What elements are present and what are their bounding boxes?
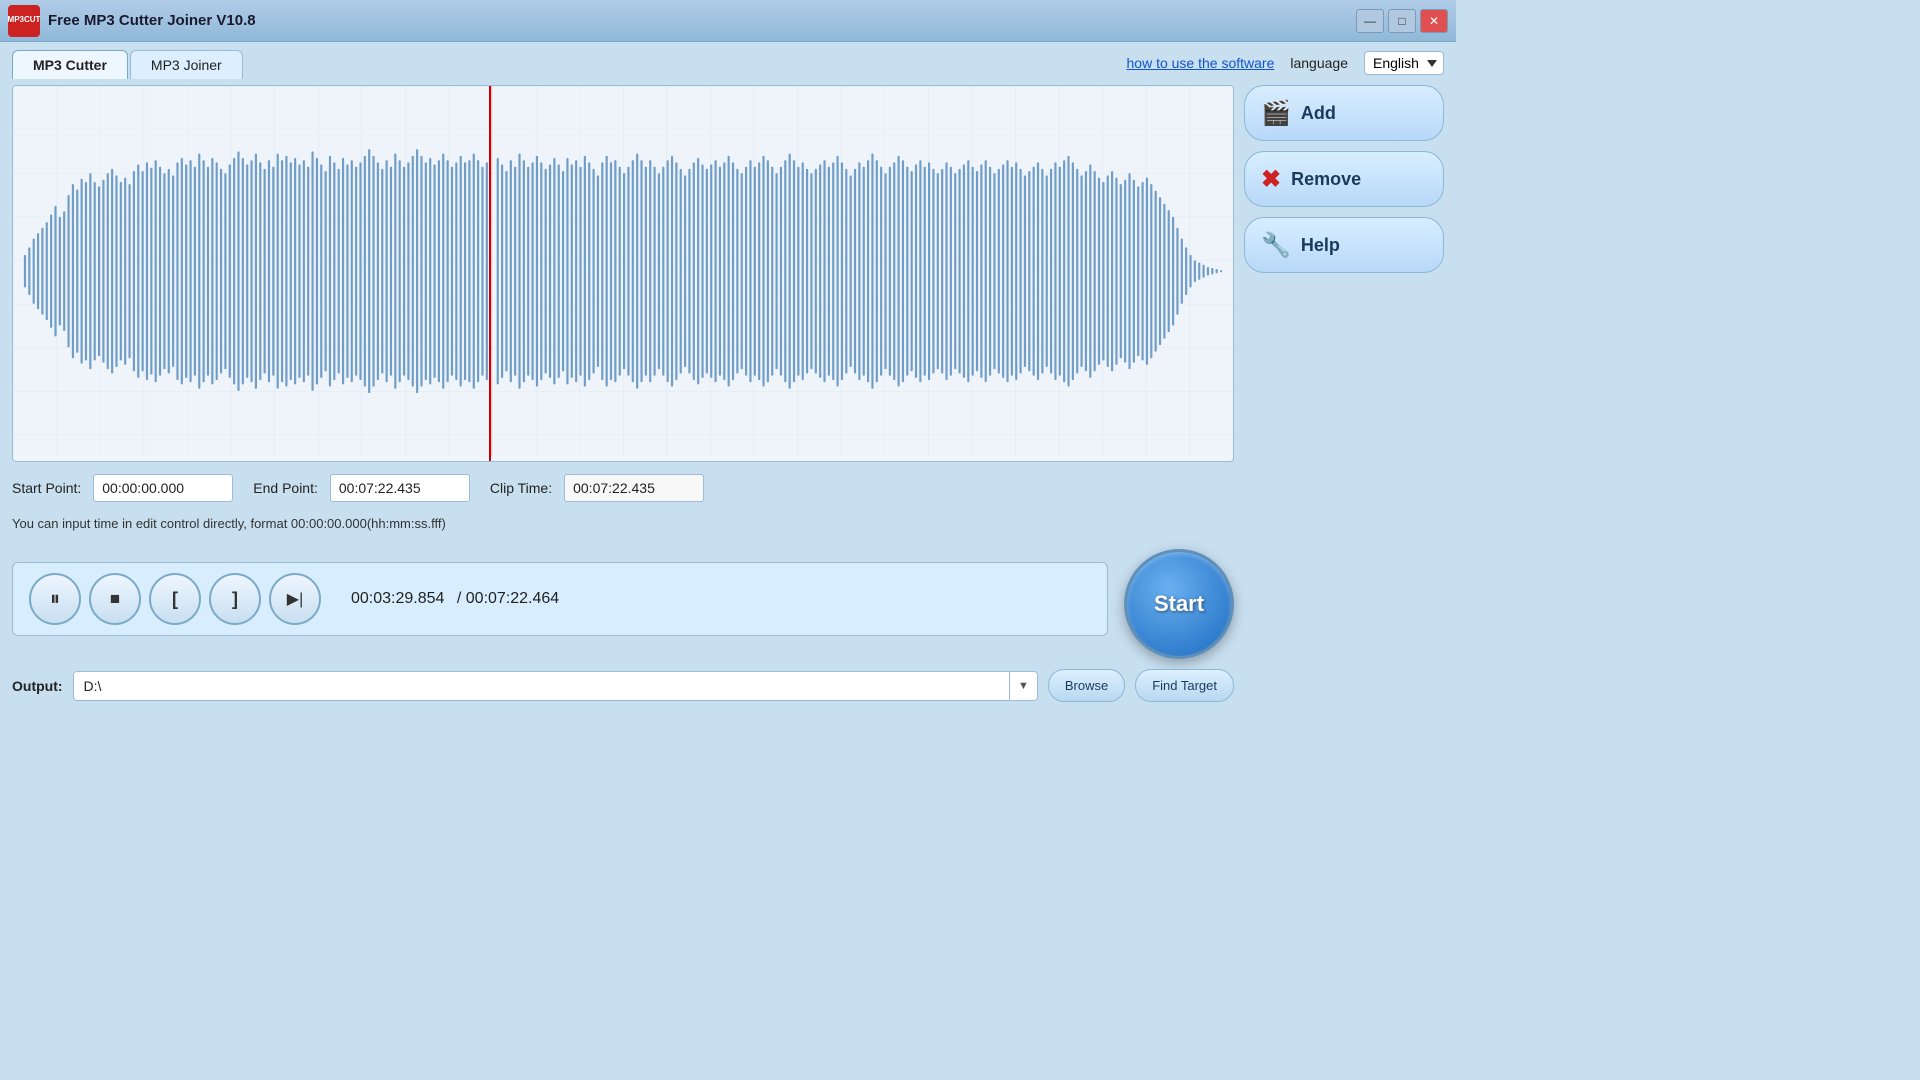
time-controls: Start Point: 00:00:00.000 End Point: 00:… [12,468,1234,508]
add-button[interactable]: 🎬 Add [1244,85,1444,141]
close-button[interactable]: ✕ [1420,9,1448,33]
waveform-svg: // We'll draw this with pure SVG paths i… [13,86,1233,456]
minimize-button[interactable]: — [1356,9,1384,33]
help-label: Help [1301,235,1340,256]
remove-label: Remove [1291,169,1361,190]
main-container: MP3 Cutter MP3 Joiner how to use the sof… [0,42,1456,714]
mark-out-button[interactable]: ] [209,573,261,625]
add-icon: 🎬 [1261,99,1291,128]
maximize-button[interactable]: □ [1388,9,1416,33]
sidebar-buttons: 🎬 Add ✖ Remove 🔧 Help [1244,85,1444,273]
output-input-wrapper: ▼ [73,671,1038,701]
stop-icon: ⏹ [110,588,120,611]
help-icon: 🔧 [1261,231,1291,260]
play-forward-icon: ▶| [287,589,303,609]
total-time: / 00:07:22.464 [457,590,559,607]
playhead [489,86,491,461]
output-label: Output: [12,678,63,694]
remove-button[interactable]: ✖ Remove [1244,151,1444,207]
output-dropdown-button[interactable]: ▼ [1009,672,1037,700]
end-point-input[interactable]: 00:07:22.435 [330,474,470,502]
title-bar: MP3 CUT Free MP3 Cutter Joiner V10.8 — □… [0,0,1456,42]
stop-button[interactable]: ⏹ [89,573,141,625]
output-area: Output: ▼ Browse Find Target [12,665,1234,706]
playback-buttons: ⏸ ⏹ [ ] ▶| [29,573,321,625]
tab-mp3-joiner[interactable]: MP3 Joiner [130,50,243,79]
clip-time-label: Clip Time: [490,480,552,496]
hint-text: You can input time in edit control direc… [12,514,1234,533]
output-path-input[interactable] [74,672,1009,700]
start-point-input[interactable]: 00:00:00.000 [93,474,233,502]
mark-in-icon: [ [172,589,178,610]
tab-mp3-cutter[interactable]: MP3 Cutter [12,50,128,79]
app-title: Free MP3 Cutter Joiner V10.8 [48,12,256,29]
playback-time-display: 00:03:29.854 / 00:07:22.464 [351,590,559,608]
clip-time-input[interactable]: 00:07:22.435 [564,474,704,502]
waveform-display[interactable]: // We'll draw this with pure SVG paths i… [12,85,1234,462]
mark-in-button[interactable]: [ [149,573,201,625]
play-forward-button[interactable]: ▶| [269,573,321,625]
browse-button[interactable]: Browse [1048,669,1125,702]
content-area: // We'll draw this with pure SVG paths i… [12,85,1444,706]
language-label: language [1290,55,1348,71]
playback-panel: ⏸ ⏹ [ ] ▶| [12,562,1108,636]
remove-icon: ✖ [1261,165,1281,194]
logo-line2: CUT [24,16,40,25]
waveform-left [24,149,1222,393]
mark-out-icon: ] [232,589,238,610]
start-point-label: Start Point: [12,480,81,496]
language-select[interactable]: English [1364,51,1444,75]
current-time: 00:03:29.854 [351,590,444,607]
tab-bar: MP3 Cutter MP3 Joiner how to use the sof… [12,50,1444,79]
window-controls: — □ ✕ [1356,0,1448,41]
find-target-button[interactable]: Find Target [1135,669,1234,702]
logo-line1: MP3 [8,16,24,25]
pause-icon: ⏸ [50,588,60,611]
how-to-link[interactable]: how to use the software [1127,55,1275,71]
end-point-label: End Point: [253,480,318,496]
pause-button[interactable]: ⏸ [29,573,81,625]
tab-right-area: how to use the software language English [1127,51,1445,79]
help-button[interactable]: 🔧 Help [1244,217,1444,273]
add-label: Add [1301,103,1336,124]
app-logo: MP3 CUT [8,5,40,37]
start-button[interactable]: Start [1124,549,1234,659]
playback-area: ⏸ ⏹ [ ] ▶| [12,539,1234,659]
